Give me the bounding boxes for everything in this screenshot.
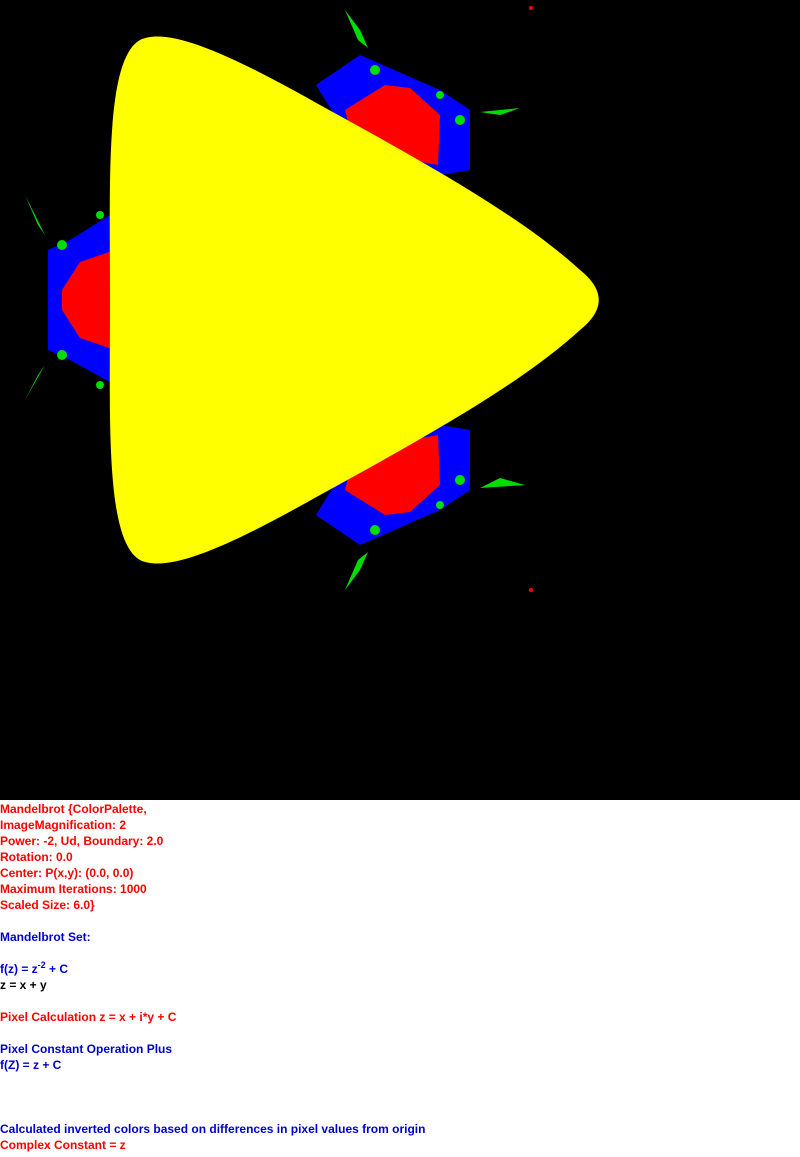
- z-definition: z = x + y: [0, 978, 47, 992]
- fractal-image: [0, 0, 800, 800]
- param-rotation: Rotation: 0.0: [0, 850, 73, 864]
- info-panel: Mandelbrot {ColorPalette, ImageMagnifica…: [0, 801, 800, 1153]
- param-iterations: Maximum Iterations: 1000: [0, 882, 147, 896]
- param-center: Center: P(x,y): (0.0, 0.0): [0, 866, 134, 880]
- pixel-op-formula: f(Z) = z + C: [0, 1058, 62, 1072]
- param-scaled-size: Scaled Size: 6.0}: [0, 898, 95, 912]
- fractal-canvas: [0, 0, 800, 800]
- formula-line: f(z) = z-2 + C: [0, 961, 800, 977]
- complex-constant: Complex Constant = z: [0, 1138, 126, 1152]
- param-power: Power: -2, Ud, Boundary: 2.0: [0, 834, 164, 848]
- set-title: Mandelbrot Set:: [0, 930, 91, 944]
- formula-lhs: f(z) = z: [0, 962, 38, 976]
- formula-rhs: + C: [45, 962, 69, 976]
- coloring-description: Calculated inverted colors based on diff…: [0, 1122, 426, 1136]
- pixel-op-title: Pixel Constant Operation Plus: [0, 1042, 173, 1056]
- formula-exponent: -2: [37, 960, 46, 970]
- param-magnification: ImageMagnification: 2: [0, 818, 127, 832]
- param-title: Mandelbrot {ColorPalette,: [0, 802, 147, 816]
- pixel-calculation: Pixel Calculation z = x + i*y + C: [0, 1010, 177, 1024]
